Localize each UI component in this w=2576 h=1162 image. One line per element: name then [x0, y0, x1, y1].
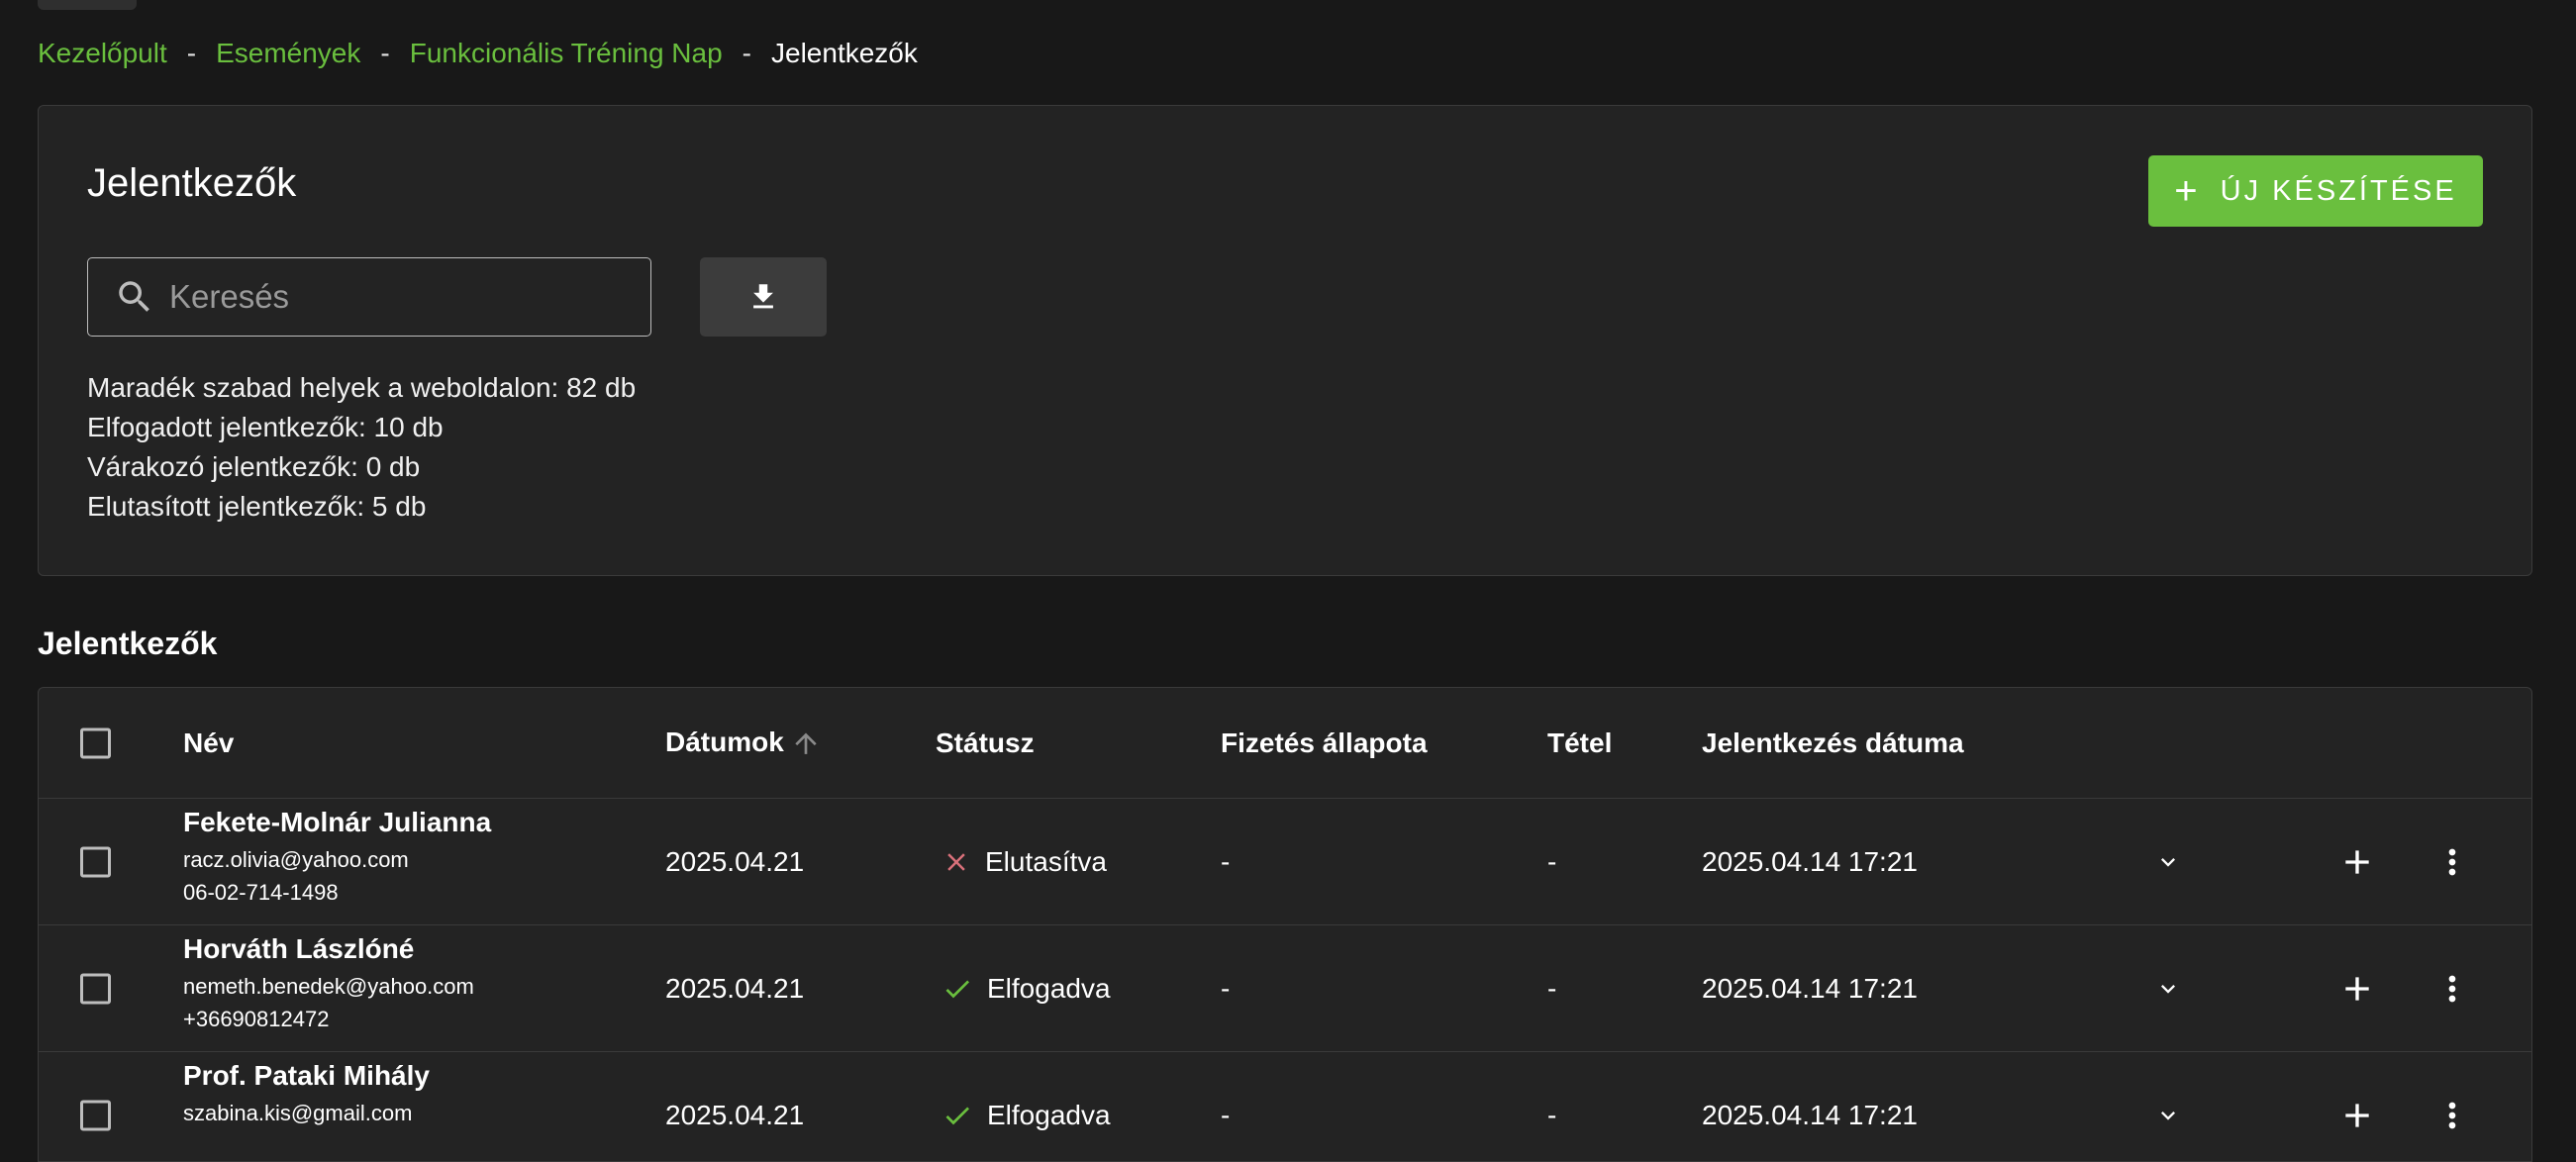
column-dates[interactable]: Dátumok	[665, 726, 822, 760]
expand-row-button[interactable]	[2148, 842, 2188, 882]
search-field[interactable]	[87, 257, 651, 337]
expand-row-button[interactable]	[2148, 1096, 2188, 1135]
applicant-name: Horváth Lászlóné	[183, 933, 415, 964]
check-icon	[945, 979, 969, 998]
breadcrumb-current: Jelentkezők	[771, 38, 918, 68]
section-title: Jelentkezők	[38, 626, 218, 661]
search-icon	[119, 281, 149, 312]
applicant-phone: 06-02-714-1498	[183, 880, 339, 905]
panel-title: Jelentkezők	[87, 161, 297, 205]
applicant-name: Prof. Pataki Mihály	[183, 1060, 430, 1091]
column-applied-date[interactable]: Jelentkezés dátuma	[1702, 727, 1964, 759]
new-button-label: ÚJ KÉSZÍTÉSE	[2220, 174, 2457, 207]
event-date: 2025.04.21	[665, 972, 805, 1004]
applied-date: 2025.04.14 17:21	[1702, 1099, 1918, 1130]
breadcrumb-separator: -	[186, 38, 197, 68]
check-icon	[945, 1106, 969, 1124]
table-row[interactable]: Fekete-Molnár Julianna racz.olivia@yahoo…	[39, 799, 2531, 925]
stat-waiting: Várakozó jelentkezők: 0 db	[87, 451, 421, 482]
breadcrumb-dashboard[interactable]: Kezelőpult	[38, 38, 167, 69]
applied-date: 2025.04.14 17:21	[1702, 972, 1918, 1004]
applicants-panel: Jelentkezők + ÚJ KÉSZÍTÉSE Maradék szaba…	[38, 105, 2532, 576]
event-date: 2025.04.21	[665, 1099, 805, 1130]
applicants-table: Név Dátumok Státusz Fizetés állapota Tét…	[38, 687, 2532, 1162]
status: Elutasítva	[941, 846, 1107, 878]
row-checkbox[interactable]	[80, 973, 111, 1004]
applicant-email: nemeth.benedek@yahoo.com	[183, 974, 474, 999]
breadcrumb-event[interactable]: Funkcionális Tréning Nap	[410, 38, 723, 69]
applicant-email: racz.olivia@yahoo.com	[183, 847, 409, 872]
plus-icon	[2345, 849, 2369, 874]
search-input[interactable]	[169, 278, 635, 316]
table-row[interactable]: Prof. Pataki Mihály szabina.kis@gmail.co…	[39, 1052, 2531, 1161]
download-icon	[753, 284, 773, 309]
select-all-checkbox[interactable]	[80, 727, 111, 758]
chevron-down-icon	[2161, 1111, 2175, 1120]
row-checkbox[interactable]	[80, 1100, 111, 1130]
breadcrumb: Kezelőpult - Események - Funkcionális Tr…	[38, 34, 918, 73]
applicant-info: Prof. Pataki Mihály szabina.kis@gmail.co…	[183, 1058, 430, 1133]
applicant-info: Fekete-Molnár Julianna racz.olivia@yahoo…	[183, 805, 491, 906]
column-item[interactable]: Tétel	[1547, 727, 1612, 759]
plus-icon: +	[2174, 169, 2201, 213]
stat-rejected: Elutasított jelentkezők: 5 db	[87, 491, 427, 522]
item: -	[1547, 1099, 1557, 1130]
status: Elfogadva	[941, 1100, 1111, 1131]
expand-row-button[interactable]	[2148, 969, 2188, 1009]
add-button[interactable]	[2337, 969, 2377, 1009]
more-options-button[interactable]	[2432, 969, 2472, 1009]
chevron-down-icon	[2161, 857, 2175, 867]
stat-free-places: Maradék szabad helyek a weboldalon: 82 d…	[87, 372, 637, 403]
row-checkbox[interactable]	[80, 846, 111, 877]
chevron-down-icon	[2161, 984, 2175, 994]
payment-status: -	[1221, 1099, 1231, 1130]
event-date: 2025.04.21	[665, 845, 805, 877]
more-vert-icon	[2448, 975, 2456, 1002]
applicant-phone: +36690812472	[183, 1007, 330, 1031]
status-label: Elutasítva	[985, 845, 1107, 877]
applied-date: 2025.04.14 17:21	[1702, 845, 1918, 877]
more-options-button[interactable]	[2432, 842, 2472, 882]
table-row[interactable]: Horváth Lászlóné nemeth.benedek@yahoo.co…	[39, 925, 2531, 1052]
table-header-row: Név Dátumok Státusz Fizetés állapota Tét…	[39, 688, 2531, 799]
stat-accepted: Elfogadott jelentkezők: 10 db	[87, 412, 444, 442]
plus-icon	[2345, 976, 2369, 1001]
applicant-name: Fekete-Molnár Julianna	[183, 807, 492, 837]
payment-status: -	[1221, 972, 1231, 1004]
sort-arrow-up-icon[interactable]	[790, 727, 822, 759]
item: -	[1547, 845, 1557, 877]
more-options-button[interactable]	[2432, 1096, 2472, 1135]
more-vert-icon	[2448, 1102, 2456, 1128]
plus-icon	[2345, 1103, 2369, 1127]
top-toolbar-stub	[38, 0, 137, 10]
status-label: Elfogadva	[987, 972, 1111, 1004]
breadcrumb-separator: -	[380, 38, 390, 68]
item: -	[1547, 972, 1557, 1004]
applicant-email: szabina.kis@gmail.com	[183, 1101, 413, 1125]
column-payment[interactable]: Fizetés állapota	[1221, 727, 1428, 759]
more-vert-icon	[2448, 848, 2456, 875]
payment-status: -	[1221, 845, 1231, 877]
applicant-info: Horváth Lászlóné nemeth.benedek@yahoo.co…	[183, 931, 474, 1032]
column-name[interactable]: Név	[183, 727, 234, 759]
column-status[interactable]: Státusz	[936, 727, 1035, 759]
column-dates-label: Dátumok	[665, 726, 784, 757]
status: Elfogadva	[941, 973, 1111, 1005]
add-button[interactable]	[2337, 842, 2377, 882]
add-button[interactable]	[2337, 1096, 2377, 1135]
status-label: Elfogadva	[987, 1099, 1111, 1130]
new-applicant-button[interactable]: + ÚJ KÉSZÍTÉSE	[2148, 155, 2483, 227]
breadcrumb-events[interactable]: Események	[216, 38, 360, 69]
download-button[interactable]	[700, 257, 827, 337]
breadcrumb-separator: -	[742, 38, 751, 68]
stats-list: Maradék szabad helyek a weboldalon: 82 d…	[87, 368, 636, 527]
close-icon	[947, 852, 965, 871]
